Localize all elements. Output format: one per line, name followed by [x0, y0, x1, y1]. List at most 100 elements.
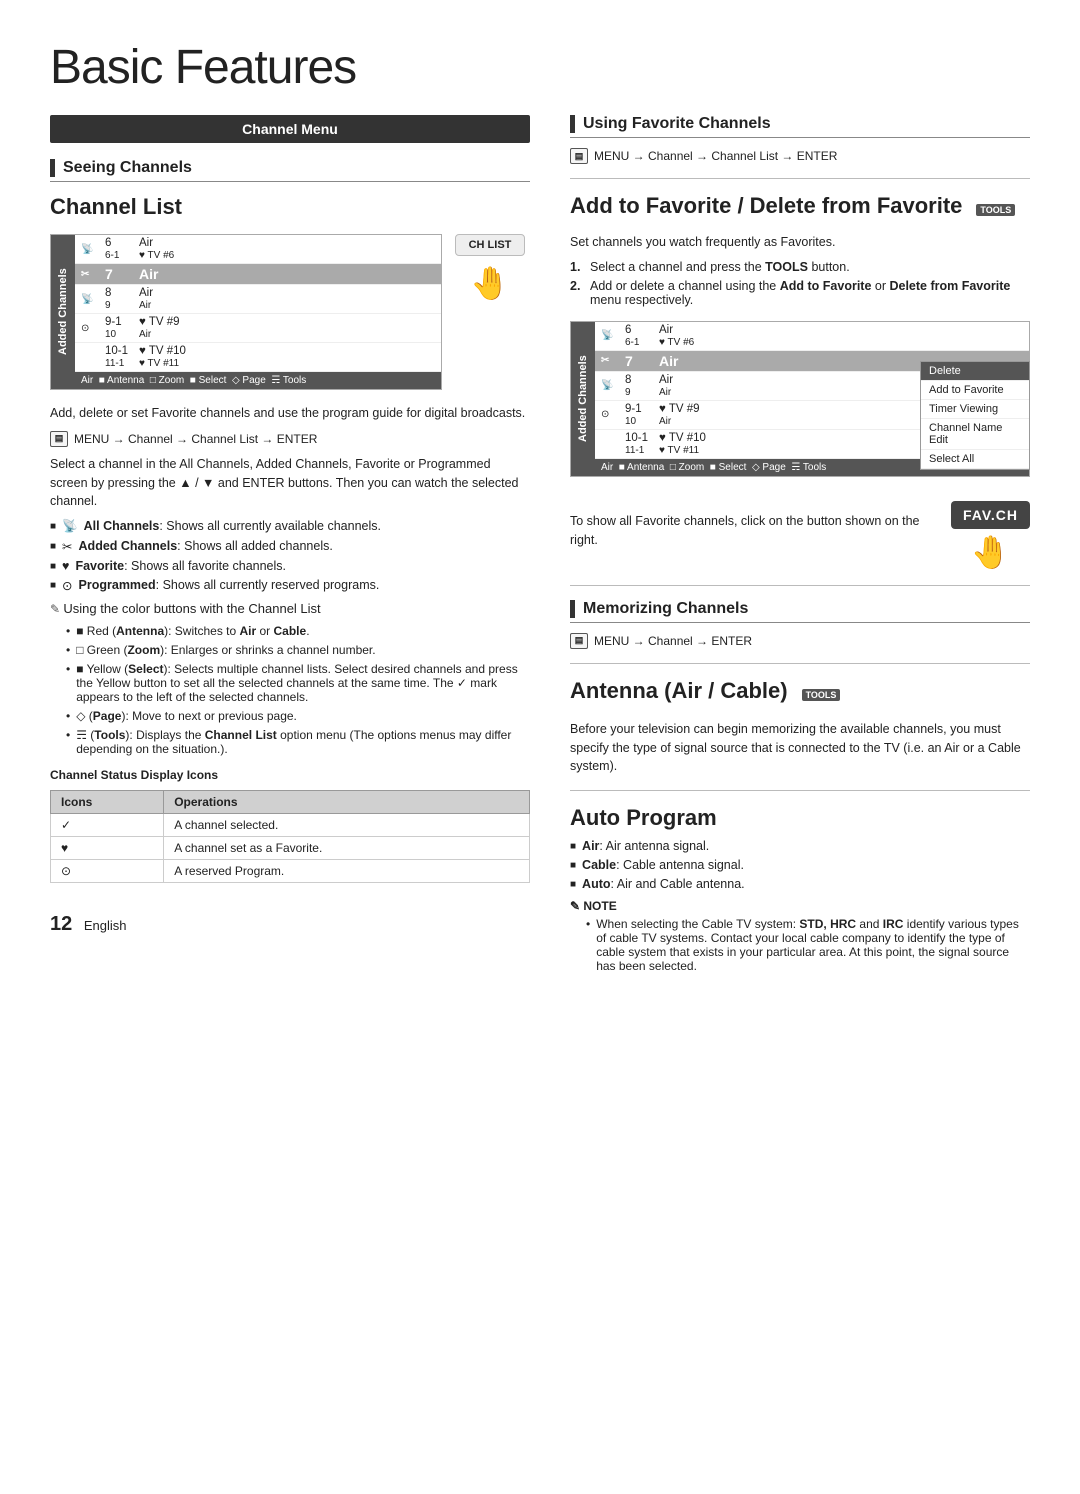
memorizing-channels-title: Memorizing Channels [583, 600, 748, 618]
menu-icon: ▤ [50, 431, 68, 447]
using-favorite-header: Using Favorite Channels [570, 115, 1030, 138]
table-row: ⊙ A reserved Program. [51, 860, 530, 883]
screen-content: 📡 66-1 Air♥ TV #6 ✂ 7 Air 📡 [75, 235, 441, 389]
sub-list-item-page: ◇ (Page): Move to next or previous page. [66, 709, 530, 723]
fav-screen-area: Added Channels 📡 66-1 Air♥ TV #6 ✂ 7 Air [570, 321, 1030, 477]
color-buttons-note: ✎ Using the color buttons with the Chann… [50, 601, 530, 616]
status-table-title: Channel Status Display Icons [50, 768, 530, 782]
table-row: ✓ A channel selected. [51, 814, 530, 837]
select-channel-text: Select a channel in the All Channels, Ad… [50, 455, 530, 511]
ch-list-button: CH LIST [455, 234, 525, 256]
page-number: 12 English [50, 913, 530, 936]
context-menu-item-timer[interactable]: Timer Viewing [921, 400, 1029, 419]
add-fav-steps: 1. Select a channel and press the TOOLS … [570, 260, 1030, 307]
fav-hand-icon: 🤚 [971, 533, 1011, 571]
antenna-desc: Before your television can begin memoriz… [570, 720, 1030, 776]
note-icon: ✎ [50, 602, 63, 616]
list-item-auto: Auto: Air and Cable antenna. [570, 877, 1030, 891]
step-2: 2. Add or delete a channel using the Add… [570, 279, 1030, 307]
hand-icon: 🤚 [470, 264, 510, 302]
auto-program-note: ✎ NOTE When selecting the Cable TV syste… [570, 899, 1030, 973]
channel-list-area: Added Channels 📡 66-1 Air♥ TV #6 ✂ 7 Ai [50, 234, 530, 390]
using-favorite-path: ▤ MENU → Channel → Channel List → ENTER [570, 148, 1030, 164]
context-menu-item-add-fav[interactable]: Add to Favorite [921, 381, 1029, 400]
table-cell-op: A reserved Program. [164, 860, 530, 883]
seeing-channels-title: Seeing Channels [63, 159, 192, 177]
context-menu: Delete Add to Favorite Timer Viewing Cha… [920, 361, 1030, 470]
fav-screen-sidebar: Added Channels [571, 322, 595, 476]
channel-row: 📡 66-1 Air♥ TV #6 [595, 322, 1029, 351]
memorizing-path: ▤ MENU → Channel → ENTER [570, 633, 1030, 649]
table-header-operations: Operations [164, 791, 530, 814]
context-menu-item-name-edit[interactable]: Channel Name Edit [921, 419, 1029, 450]
table-cell-icon: ⊙ [51, 860, 164, 883]
memorizing-channels-header: Memorizing Channels [570, 600, 1030, 623]
list-item-favorite: ♥ Favorite: Shows all favorite channels. [50, 559, 530, 573]
channel-menu-bar: Channel Menu [50, 115, 530, 143]
note-label: ✎ NOTE [570, 899, 1030, 913]
section-bar [50, 159, 55, 177]
sub-list-item-yellow: ■ Yellow (Select): Selects multiple chan… [66, 662, 530, 704]
table-header-icons: Icons [51, 791, 164, 814]
tools-badge: TOOLS [976, 204, 1015, 216]
channel-row: 📡 89 AirAir [75, 285, 441, 314]
table-cell-op: A channel set as a Favorite. [164, 837, 530, 860]
seeing-channels-header: Seeing Channels [50, 159, 530, 182]
menu-icon: ▤ [570, 148, 588, 164]
sub-list-item-green: □ Green (Zoom): Enlarges or shrinks a ch… [66, 643, 530, 657]
added-channels-icon: ✂ [62, 539, 72, 554]
divider [570, 585, 1030, 586]
auto-program-title: Auto Program [570, 805, 1030, 831]
all-channels-icon: 📡 [62, 519, 78, 534]
fav-ch-button: FAV.CH [951, 501, 1030, 529]
programmed-icon: ⊙ [62, 578, 72, 593]
fav-show-area: To show all Favorite channels, click on … [570, 491, 1030, 571]
table-cell-op: A channel selected. [164, 814, 530, 837]
section-bar [570, 600, 575, 618]
note-list: When selecting the Cable TV system: STD,… [586, 917, 1030, 973]
channel-types-list: 📡 All Channels: Shows all currently avai… [50, 519, 530, 593]
remote-hand: CH LIST 🤚 [450, 234, 530, 390]
channel-row: 10-111-1 ♥ TV #10♥ TV #11 [75, 343, 441, 372]
add-fav-title: Add to Favorite / Delete from Favorite [570, 193, 962, 219]
table-cell-icon: ♥ [51, 837, 164, 860]
note-text: Using the color buttons with the Channel… [63, 601, 320, 616]
list-item-added-channels: ✂ Added Channels: Shows all added channe… [50, 539, 530, 554]
fav-btn-area: FAV.CH 🤚 [951, 491, 1030, 571]
channel-screen: Added Channels 📡 66-1 Air♥ TV #6 ✂ 7 Ai [50, 234, 442, 390]
context-menu-item-delete[interactable]: Delete [921, 362, 1029, 381]
color-buttons-list: ■ Red (Antenna): Switches to Air or Cabl… [66, 624, 530, 756]
list-item-programmed: ⊙ Programmed: Shows all currently reserv… [50, 578, 530, 593]
divider [570, 790, 1030, 791]
antenna-tools-badge: TOOLS [802, 689, 841, 701]
sub-list-item-tools: ☴ (Tools): Displays the Channel List opt… [66, 728, 530, 756]
favorite-icon: ♥ [62, 559, 69, 573]
fav-show-text: To show all Favorite channels, click on … [570, 512, 935, 550]
channel-row: ⊙ 9-110 ♥ TV #9Air [75, 314, 441, 343]
antenna-title: Antenna (Air / Cable) [570, 678, 788, 704]
add-fav-intro: Set channels you watch frequently as Fav… [570, 233, 1030, 252]
page-title: Basic Features [50, 40, 1030, 95]
channel-row: 📡 66-1 Air♥ TV #6 [75, 235, 441, 264]
sub-list-item-red: ■ Red (Antenna): Switches to Air or Cabl… [66, 624, 530, 638]
using-favorite-title: Using Favorite Channels [583, 115, 771, 133]
screen-sidebar-label: Added Channels [51, 235, 75, 389]
list-item-all-channels: 📡 All Channels: Shows all currently avai… [50, 519, 530, 534]
menu-path-channel-list: ▤ MENU → Channel → Channel List → ENTER [50, 431, 530, 447]
divider [570, 663, 1030, 664]
auto-program-list: Air: Air antenna signal. Cable: Cable an… [570, 839, 1030, 891]
table-cell-icon: ✓ [51, 814, 164, 837]
channel-list-title: Channel List [50, 194, 530, 220]
channel-row-highlighted: ✂ 7 Air [75, 264, 441, 285]
section-bar [570, 115, 575, 133]
channel-list-desc: Add, delete or set Favorite channels and… [50, 404, 530, 423]
list-item-cable: Cable: Cable antenna signal. [570, 858, 1030, 872]
list-item-air: Air: Air antenna signal. [570, 839, 1030, 853]
right-column: Using Favorite Channels ▤ MENU → Channel… [570, 115, 1030, 981]
note-list-item: When selecting the Cable TV system: STD,… [586, 917, 1030, 973]
menu-icon: ▤ [570, 633, 588, 649]
status-table: Icons Operations ✓ A channel selected. ♥… [50, 790, 530, 883]
step-1: 1. Select a channel and press the TOOLS … [570, 260, 1030, 274]
table-row: ♥ A channel set as a Favorite. [51, 837, 530, 860]
context-menu-item-select-all[interactable]: Select All [921, 450, 1029, 469]
